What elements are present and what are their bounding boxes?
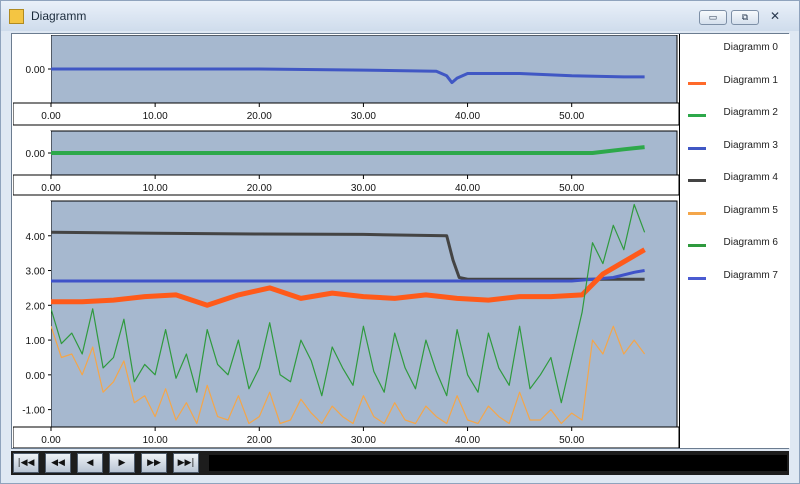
x-tick-label: 0.00 xyxy=(41,111,61,122)
legend-item-label: Diagramm 6 xyxy=(723,237,778,248)
x-tick-label: 40.00 xyxy=(455,183,480,194)
y-tick-label: 3.00 xyxy=(26,267,46,278)
legend-swatch xyxy=(688,211,706,215)
legend-item-label: Diagramm 3 xyxy=(723,139,778,151)
navigation-bar: |◀◀ ◀◀ ◀ ▶ ▶▶ ▶▶| xyxy=(11,451,789,475)
y-tick-label: -1.00 xyxy=(22,406,45,417)
legend-swatch xyxy=(688,276,706,280)
maximize-button[interactable]: ⧉ xyxy=(731,10,759,25)
x-tick-label: 30.00 xyxy=(351,435,376,446)
plot-middle: 0.00 10.00 20.00 30.00 40.00 50.00 0.00 xyxy=(13,130,679,196)
legend-item-label: Diagramm 4 xyxy=(723,172,778,183)
minimize-button[interactable]: ▭ xyxy=(699,10,727,25)
legend-item-label: Diagramm 0 xyxy=(723,42,778,53)
legend-item-label: Diagramm 1 xyxy=(723,74,778,86)
fast-back-button[interactable]: ◀◀ xyxy=(45,453,71,473)
y-tick-label: 2.00 xyxy=(26,301,46,312)
legend-swatch xyxy=(688,146,706,150)
forward-button[interactable]: ▶ xyxy=(109,453,135,473)
x-tick-label: 20.00 xyxy=(247,435,272,446)
y-tick-label: 0.00 xyxy=(26,65,46,76)
window-title: Diagramm xyxy=(31,9,87,23)
fast-forward-button[interactable]: ▶▶ xyxy=(141,453,167,473)
plot-top: 0.00 10.00 20.00 30.00 40.00 50.00 0.00 xyxy=(13,35,679,126)
plots-svg: 0.00 10.00 20.00 30.00 40.00 50.00 0.00 0.00 10… xyxy=(13,35,679,448)
plot-bottom: 0.00 10.00 20.00 30.00 40.00 50.00 4.00 3.00 2.0… xyxy=(13,200,679,448)
x-tick-label: 20.00 xyxy=(247,183,272,194)
y-tick-label: 0.00 xyxy=(26,149,46,160)
y-tick-label: 0.00 xyxy=(26,371,46,382)
x-tick-label: 40.00 xyxy=(455,111,480,122)
legend-swatch xyxy=(688,244,706,247)
legend-item-label: Diagramm 2 xyxy=(723,107,778,118)
legend-swatch xyxy=(688,114,706,117)
back-button[interactable]: ◀ xyxy=(77,453,103,473)
x-tick-label: 50.00 xyxy=(559,435,584,446)
title-bar[interactable]: Diagramm ▭ ⧉ ✕ xyxy=(1,1,799,31)
x-tick-label: 50.00 xyxy=(559,111,584,122)
x-tick-label: 50.00 xyxy=(559,183,584,194)
first-button[interactable]: |◀◀ xyxy=(13,453,39,473)
last-button[interactable]: ▶▶| xyxy=(173,453,199,473)
legend: Diagramm 0 Diagramm 1 Diagramm 2 Diagramm 3… xyxy=(679,34,790,448)
timeline-scrollbar[interactable] xyxy=(209,455,787,471)
x-tick-label: 10.00 xyxy=(143,183,168,194)
legend-item-label: Diagramm 5 xyxy=(723,204,778,216)
app-icon xyxy=(9,9,24,24)
x-tick-label: 0.00 xyxy=(41,435,61,446)
close-button[interactable]: ✕ xyxy=(765,10,785,25)
x-tick-label: 10.00 xyxy=(143,111,168,122)
x-tick-label: 20.00 xyxy=(247,111,272,122)
x-tick-label: 10.00 xyxy=(143,435,168,446)
y-tick-label: 1.00 xyxy=(26,336,46,347)
x-tick-label: 0.00 xyxy=(41,183,61,194)
legend-item-label: Diagramm 7 xyxy=(723,269,778,281)
y-tick-label: 4.00 xyxy=(26,232,46,243)
diagram-window: Diagramm ▭ ⧉ ✕ 0.00 10.00 20.00 30.00 40.00 5… xyxy=(0,0,800,484)
legend-swatch xyxy=(688,179,706,182)
x-tick-label: 30.00 xyxy=(351,111,376,122)
x-tick-label: 30.00 xyxy=(351,183,376,194)
legend-swatch xyxy=(688,81,706,85)
x-tick-label: 40.00 xyxy=(455,435,480,446)
